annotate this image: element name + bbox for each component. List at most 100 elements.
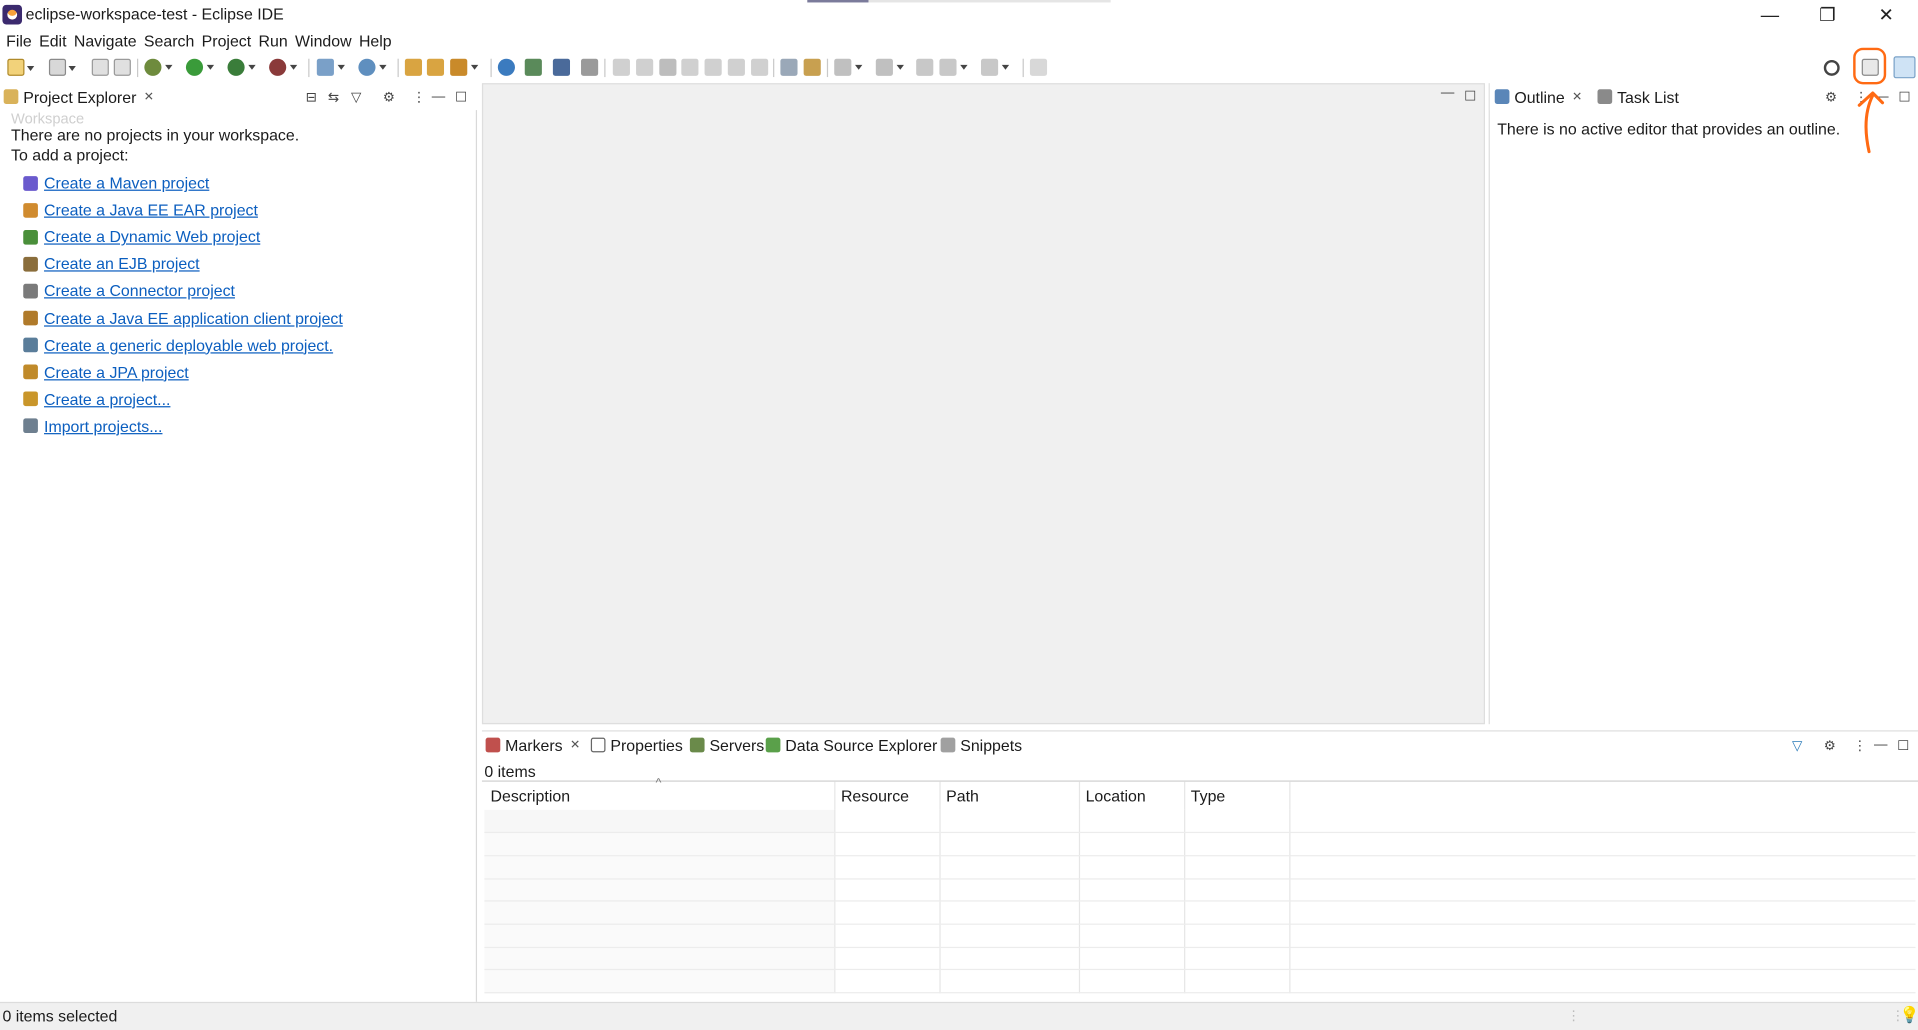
tab-snippets[interactable]: Snippets	[940, 732, 1022, 759]
project-link-item[interactable]: Create a generic deployable web project.	[23, 336, 333, 354]
menu-navigate[interactable]: Navigate	[68, 29, 137, 53]
project-link-item[interactable]: Create a Maven project	[23, 174, 209, 192]
skip-breakpoints-icon[interactable]	[524, 58, 542, 76]
external-tools-icon[interactable]	[269, 58, 298, 76]
view-menu-icon[interactable]: ⋮	[1853, 738, 1866, 754]
project-link[interactable]: Create a project...	[44, 390, 170, 408]
close-icon[interactable]: ✕	[570, 738, 580, 751]
maximize-view-icon[interactable]: ☐	[1898, 89, 1910, 106]
maximize-view-icon[interactable]: ☐	[455, 89, 467, 106]
menu-project[interactable]: Project	[196, 29, 252, 53]
tab-properties[interactable]: Properties	[590, 732, 683, 759]
project-link-item[interactable]: Create an EJB project	[23, 255, 200, 273]
suspend-icon[interactable]	[636, 58, 654, 76]
save-all-icon[interactable]	[113, 58, 131, 76]
back-icon[interactable]	[939, 58, 968, 76]
project-link[interactable]: Create a Dynamic Web project	[44, 228, 260, 246]
project-link-item[interactable]: Create a Java EE application client proj…	[23, 309, 343, 327]
project-link[interactable]: Create a Connector project	[44, 282, 235, 300]
new-server-icon[interactable]	[48, 58, 76, 76]
run-icon[interactable]	[185, 58, 215, 76]
pin-editor-icon[interactable]	[1029, 58, 1048, 76]
column-type[interactable]: Type	[1184, 781, 1290, 810]
next-annotation-icon[interactable]	[834, 58, 863, 76]
new-icon[interactable]	[7, 58, 35, 76]
column-location[interactable]: Location	[1078, 781, 1185, 810]
project-link[interactable]: Create a Java EE application client proj…	[44, 309, 343, 327]
new-package-icon[interactable]	[358, 58, 387, 76]
focus-icon[interactable]: ⚙	[1824, 738, 1836, 754]
link-with-editor-icon[interactable]: ⇆	[328, 89, 339, 106]
tab-servers[interactable]: Servers	[689, 732, 764, 759]
last-edit-icon[interactable]	[916, 58, 934, 76]
filter-icon[interactable]: ▽	[1792, 738, 1802, 754]
tab-project-explorer[interactable]: Project Explorer ✕	[3, 83, 154, 110]
step-return-icon[interactable]	[751, 58, 769, 76]
project-link-item[interactable]: Import projects...	[23, 417, 162, 435]
minimize-button[interactable]: —	[1742, 0, 1798, 29]
column-path[interactable]: Path	[939, 781, 1080, 810]
project-link[interactable]: Create a Java EE EAR project	[44, 201, 258, 219]
step-over-icon[interactable]	[727, 58, 745, 76]
search-toolbar-icon[interactable]	[450, 58, 479, 76]
forward-icon[interactable]	[981, 58, 1010, 76]
view-menu-icon[interactable]: ⋮	[412, 89, 425, 106]
project-link-item[interactable]: Create a Dynamic Web project	[23, 228, 260, 246]
console-icon[interactable]	[552, 58, 571, 76]
filter-icon[interactable]: ▽	[351, 89, 361, 106]
minimize-view-icon[interactable]: —	[1874, 738, 1887, 753]
open-type-icon[interactable]	[404, 58, 423, 76]
close-icon[interactable]: ✕	[1572, 90, 1582, 103]
column-description[interactable]: Description ^	[484, 777, 835, 810]
debug-icon[interactable]	[144, 58, 173, 76]
close-icon[interactable]: ✕	[144, 90, 154, 103]
lightbulb-icon[interactable]: 💡	[1900, 1006, 1918, 1026]
step-into-icon[interactable]	[704, 58, 722, 76]
save-icon[interactable]	[91, 58, 109, 76]
javaee-perspective-icon[interactable]	[1893, 56, 1916, 79]
project-link-item[interactable]: Create a JPA project	[23, 363, 189, 381]
project-link-item[interactable]: Create a Java EE EAR project	[23, 201, 258, 219]
browser-icon[interactable]	[497, 58, 515, 76]
tab-data-source-explorer[interactable]: Data Source Explorer	[765, 732, 937, 759]
maximize-editor-icon[interactable]: ☐	[1464, 88, 1476, 104]
minimize-editor-icon[interactable]: —	[1441, 86, 1454, 101]
toggle-block-icon[interactable]	[780, 58, 798, 76]
menu-edit[interactable]: Edit	[33, 29, 66, 53]
disconnect-icon[interactable]	[681, 58, 699, 76]
restore-button[interactable]: ❐	[1799, 0, 1855, 29]
project-link-item[interactable]: Create a Connector project	[23, 282, 235, 300]
project-link[interactable]: Create an EJB project	[44, 255, 200, 273]
menu-file[interactable]: File	[0, 29, 32, 53]
resume-icon[interactable]	[612, 58, 630, 76]
menu-window[interactable]: Window	[289, 29, 352, 53]
focus-icon[interactable]: ⚙	[383, 89, 395, 106]
menu-search[interactable]: Search	[138, 29, 194, 53]
stop-icon[interactable]	[659, 58, 677, 76]
menu-run[interactable]: Run	[252, 29, 288, 53]
editor-area[interactable]: — ☐	[481, 83, 1485, 725]
project-link-item[interactable]: Create a project...	[23, 390, 170, 408]
previous-annotation-icon[interactable]	[875, 58, 904, 76]
toggle-mark-icon[interactable]	[803, 58, 821, 76]
close-button[interactable]: ✕	[1858, 0, 1914, 29]
terminate-icon[interactable]	[581, 58, 599, 76]
maximize-view-icon[interactable]: ☐	[1897, 738, 1909, 754]
search-icon[interactable]	[1823, 59, 1840, 76]
new-java-project-icon[interactable]	[316, 58, 345, 76]
column-resource[interactable]: Resource	[834, 781, 941, 810]
minimize-view-icon[interactable]: —	[432, 89, 445, 104]
focus-icon[interactable]: ⚙	[1825, 89, 1837, 106]
project-link[interactable]: Create a Maven project	[44, 174, 209, 192]
table-cell	[834, 946, 941, 971]
tab-outline[interactable]: Outline ✕	[1494, 83, 1582, 110]
coverage-icon[interactable]	[227, 58, 256, 76]
project-link[interactable]: Import projects...	[44, 417, 162, 435]
project-link[interactable]: Create a generic deployable web project.	[44, 336, 333, 354]
tab-task-list[interactable]: Task List	[1597, 83, 1679, 110]
open-task-icon[interactable]	[426, 58, 445, 76]
collapse-all-icon[interactable]: ⊟	[306, 89, 317, 106]
project-link[interactable]: Create a JPA project	[44, 363, 189, 381]
tab-markers[interactable]: Markers ✕	[485, 732, 580, 759]
menu-help[interactable]: Help	[353, 29, 392, 53]
